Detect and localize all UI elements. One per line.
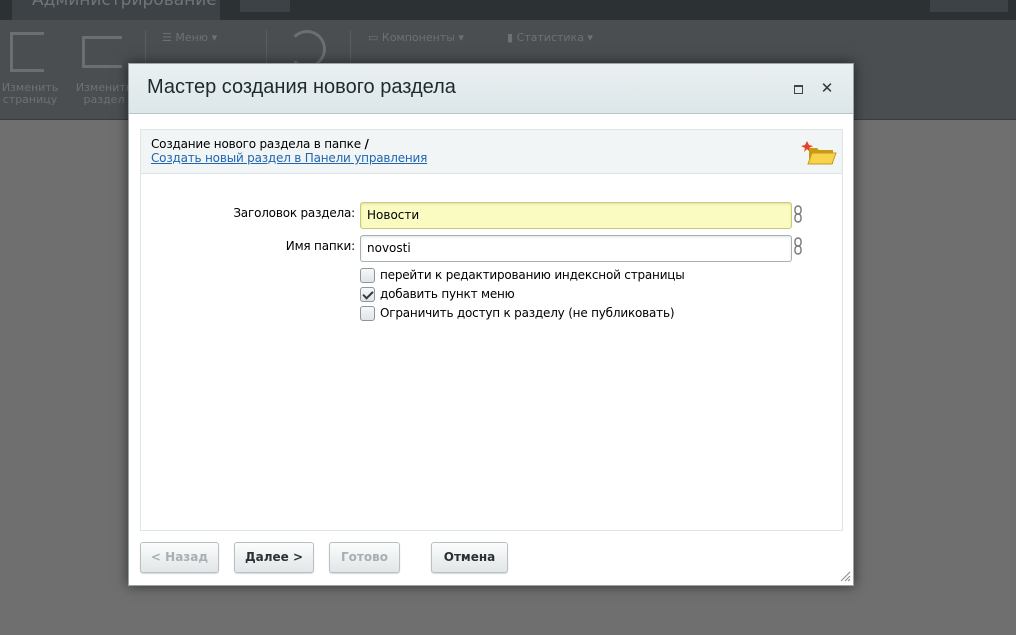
cancel-button[interactable]: Отмена — [431, 542, 508, 573]
control-panel-link[interactable]: Создать новый раздел в Панели управления — [151, 151, 427, 165]
statistics-label: Статистика — [516, 31, 584, 44]
resize-grip-icon[interactable] — [839, 570, 851, 582]
edit-index-page-option[interactable]: перейти к редактированию индексной стран… — [360, 267, 685, 283]
user-tab[interactable] — [930, 0, 1008, 12]
restrict-access-checkbox[interactable] — [360, 305, 375, 321]
menu-label: Меню — [175, 31, 209, 44]
statistics-button[interactable]: ▮ Статистика ▾ — [507, 32, 593, 44]
edit-section-icon — [82, 36, 122, 68]
add-menu-item-checkbox[interactable] — [360, 286, 375, 302]
dialog-content: Создание нового раздела в папке / Создат… — [140, 129, 843, 531]
link-icon[interactable] — [794, 237, 802, 255]
folder-path: / — [364, 137, 369, 151]
create-section-dialog: Мастер создания нового раздела ✕ Создани… — [128, 63, 854, 586]
add-menu-item-option[interactable]: добавить пункт меню — [360, 286, 515, 302]
edit-section-label-2: раздел — [83, 93, 125, 106]
components-button[interactable]: ▭ Компоненты ▾ — [368, 32, 464, 44]
link-icon[interactable] — [794, 205, 802, 223]
new-folder-icon — [801, 141, 837, 165]
components-label: Компоненты — [381, 31, 455, 44]
maximize-icon[interactable] — [791, 82, 805, 96]
info-text-prefix: Создание нового раздела в папке — [151, 137, 365, 151]
folder-name-input[interactable]: novosti — [360, 235, 792, 262]
section-title-input[interactable]: Новости — [360, 202, 792, 229]
restrict-access-option[interactable]: Ограничить доступ к разделу (не публиков… — [360, 305, 675, 321]
section-title-label: Заголовок раздела: — [233, 206, 355, 220]
restrict-access-label: Ограничить доступ к разделу (не публиков… — [380, 306, 675, 320]
add-menu-item-label: добавить пункт меню — [380, 287, 515, 301]
menu-button[interactable]: ☰ Меню ▾ — [162, 32, 217, 44]
admin-tab-label: Администрирование — [32, 0, 217, 10]
edit-page-label-2: страницу — [2, 93, 58, 106]
dialog-header[interactable]: Мастер создания нового раздела ✕ — [129, 64, 853, 114]
edit-page-icon — [10, 32, 44, 72]
next-button[interactable]: Далее > — [234, 542, 314, 573]
components-icon: ▭ — [368, 31, 382, 44]
admin-tab[interactable]: Администрирование — [12, 0, 220, 20]
info-text: Создание нового раздела в папке / — [151, 137, 369, 151]
edit-section-button[interactable]: Изменить раздел — [74, 82, 134, 106]
edit-index-page-checkbox[interactable] — [360, 267, 375, 283]
statistics-icon: ▮ — [507, 31, 517, 44]
back-button[interactable]: < Назад — [140, 542, 219, 573]
close-icon[interactable]: ✕ — [819, 79, 835, 97]
dialog-title: Мастер создания нового раздела — [147, 76, 456, 98]
menu-icon: ☰ — [162, 31, 176, 44]
settings-tab[interactable] — [240, 0, 290, 12]
edit-index-page-label: перейти к редактированию индексной стран… — [380, 268, 685, 282]
folder-name-label: Имя папки: — [285, 239, 355, 253]
edit-page-button[interactable]: Изменить страницу — [0, 82, 60, 106]
info-bar: Создание нового раздела в папке / Создат… — [141, 130, 842, 174]
finish-button[interactable]: Готово — [329, 542, 400, 573]
